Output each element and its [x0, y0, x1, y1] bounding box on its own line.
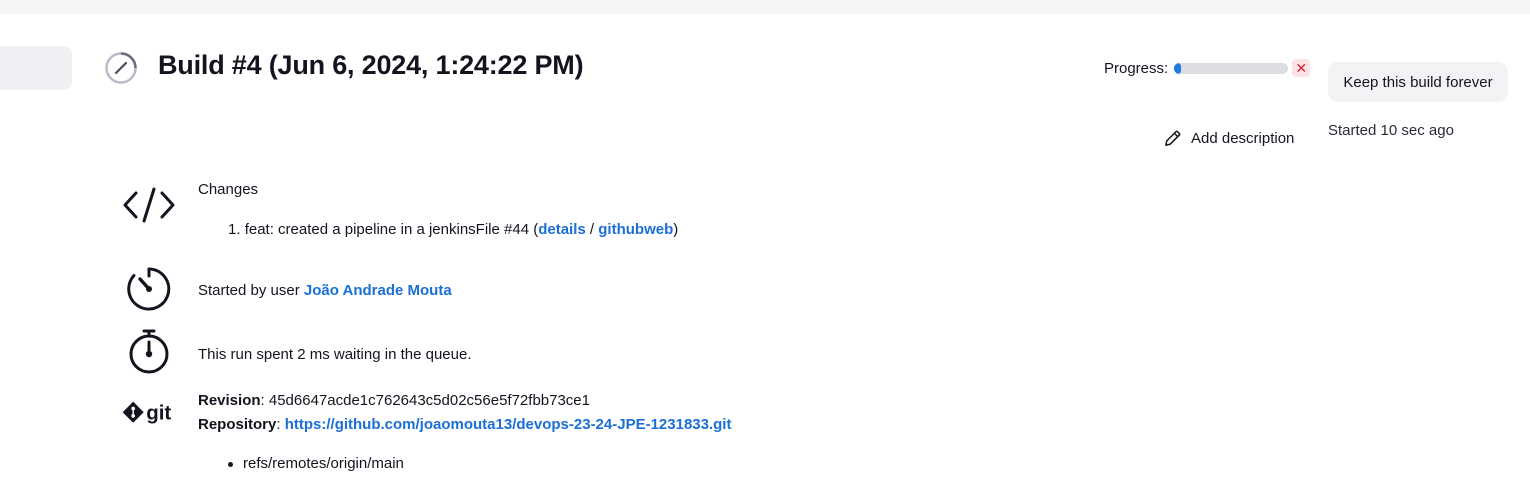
list-item: 1. feat: created a pipeline in a jenkins…: [228, 221, 678, 238]
change-number: 1.: [228, 221, 241, 238]
change-text: feat: created a pipeline in a jenkinsFil…: [244, 221, 539, 238]
progress-indicator: Progress: ✕: [1104, 58, 1311, 78]
side-panel-stub[interactable]: [0, 46, 72, 90]
started-ago: Started 10 sec ago: [1328, 122, 1454, 139]
started-by-prefix: Started by user: [198, 282, 304, 299]
code-icon: [122, 184, 176, 226]
change-separator: /: [585, 221, 599, 238]
keep-build-forever-button[interactable]: Keep this build forever: [1328, 62, 1508, 102]
progress-label: Progress:: [1104, 59, 1169, 77]
change-close: ): [673, 221, 679, 238]
revision-label: Revision: [198, 392, 261, 409]
revision-line: Revision: 45d6647acde1c762643c5d02c56e5f…: [198, 392, 590, 409]
page-title: Build #4 (Jun 6, 2024, 1:24:22 PM): [158, 50, 584, 80]
git-logo-icon: git: [122, 400, 176, 430]
repository-link[interactable]: https://github.com/joaomouta13/devops-23…: [285, 416, 732, 433]
details-link[interactable]: details: [538, 221, 586, 238]
pencil-icon: [1165, 130, 1181, 146]
repository-line: Repository: https://github.com/joaomouta…: [198, 416, 731, 433]
timer-icon: [122, 266, 176, 312]
started-by-text: Started by user João Andrade Mouta: [198, 282, 452, 299]
ref-name: refs/remotes/origin/main: [243, 455, 404, 472]
progress-bar: [1174, 62, 1289, 74]
queue-text: This run spent 2 ms waiting in the queue…: [198, 346, 472, 363]
progress-fill: [1174, 62, 1182, 74]
githubweb-link[interactable]: githubweb: [598, 221, 673, 238]
add-description-button[interactable]: Add description: [1163, 127, 1294, 149]
changes-heading: Changes: [198, 181, 259, 198]
list-item: refs/remotes/origin/main: [228, 455, 404, 472]
stop-build-button[interactable]: ✕: [1292, 59, 1311, 77]
add-description-label: Add description: [1191, 129, 1295, 147]
user-link[interactable]: João Andrade Mouta: [304, 282, 452, 299]
repository-separator: :: [276, 416, 285, 433]
revision-value: : 45d6647acde1c762643c5d02c56e5f72fbb73c…: [260, 392, 590, 409]
git-logo-text: git: [146, 402, 171, 425]
top-bar: [0, 0, 1530, 14]
repository-label: Repository: [198, 416, 277, 433]
build-in-progress-icon: [104, 51, 138, 85]
bullet: [228, 461, 233, 467]
stopwatch-icon: [122, 328, 176, 376]
